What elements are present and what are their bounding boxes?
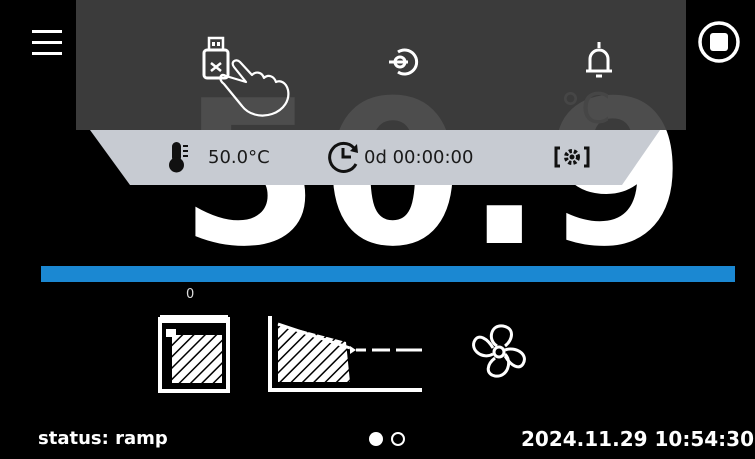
program-progress-bar [41,266,735,282]
heating-chamber-icon [158,315,230,393]
camera-settings-button[interactable] [554,146,590,168]
usb-export-button[interactable] [190,36,300,120]
ramp-profile-button[interactable] [266,316,426,394]
status-text: status: ramp [38,428,168,449]
stop-icon [698,21,740,63]
page-dot-active[interactable] [369,432,383,446]
setpoint-temperature-button[interactable] [168,140,190,174]
page-indicator[interactable] [368,431,412,447]
setpoint-temperature: 50.0°C [208,147,270,168]
menu-button[interactable] [32,28,62,58]
segment-counter: 0 [186,287,195,302]
fan-icon [472,324,526,378]
alarm-bell-icon [586,42,612,78]
camera-settings-icon [554,146,590,168]
stop-button[interactable] [697,20,741,64]
login-button[interactable] [386,44,422,80]
timer-button[interactable] [326,140,360,174]
menu-icon [32,30,62,55]
ramp-profile-icon [268,316,422,392]
date-time: 2024.11.29 10:54:30 [521,427,754,451]
usb-export-icon [202,36,290,117]
timer-clock-icon [328,141,358,173]
fan-button[interactable] [467,320,531,384]
login-icon [389,48,419,76]
timer-value: 0d 00:00:00 [364,147,474,168]
thermometer-icon [169,142,188,173]
heating-chamber-button[interactable] [158,313,232,393]
info-strip: 50.0°C 0d 00:00:00 [90,130,660,185]
page-dot-inactive[interactable] [391,432,405,446]
alarm-button[interactable] [582,40,616,80]
